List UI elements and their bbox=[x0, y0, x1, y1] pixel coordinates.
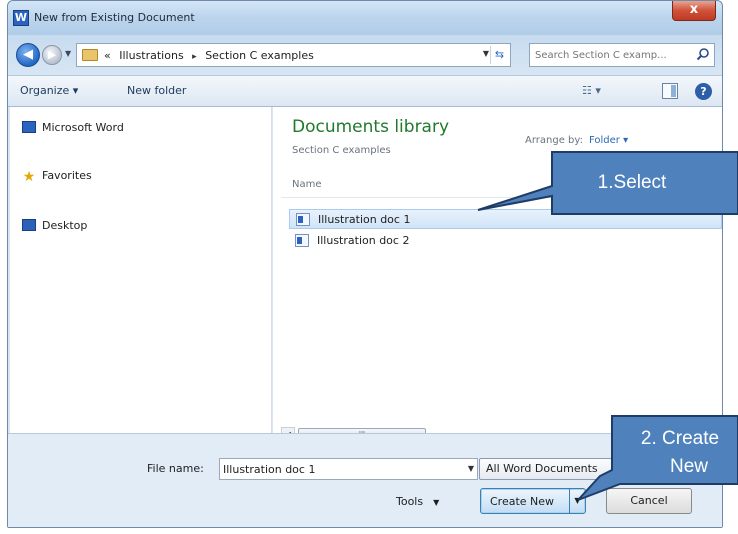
nav-item-favorites[interactable]: ★ Favorites bbox=[22, 169, 92, 189]
star-icon: ★ bbox=[22, 169, 36, 185]
breadcrumb: « Illustrations ▸ Section C examples bbox=[104, 49, 314, 62]
file-row-illustration-doc-1[interactable]: Illustration doc 1 bbox=[289, 209, 722, 229]
nav-item-label: Desktop bbox=[42, 219, 88, 232]
word-document-icon bbox=[296, 213, 310, 226]
file-name-field[interactable] bbox=[223, 461, 453, 477]
search-icon[interactable] bbox=[696, 47, 710, 61]
file-name-combobox[interactable]: ▼ bbox=[219, 458, 478, 480]
file-name: Illustration doc 2 bbox=[317, 234, 410, 247]
tools-label: Tools bbox=[396, 495, 424, 508]
nav-item-label: Favorites bbox=[42, 169, 92, 182]
cancel-button[interactable]: Cancel bbox=[606, 488, 692, 514]
navigation-pane: Microsoft Word ★ Favorites Desktop bbox=[10, 107, 272, 433]
help-icon[interactable]: ? bbox=[695, 83, 712, 100]
preview-pane-icon[interactable] bbox=[662, 83, 678, 99]
change-view-icon[interactable]: ☷ ▾ bbox=[582, 84, 612, 100]
forward-button[interactable]: ▶ bbox=[42, 45, 62, 65]
close-icon: x bbox=[689, 2, 699, 17]
create-new-label: Create New bbox=[490, 495, 555, 508]
window-title: New from Existing Document bbox=[34, 11, 195, 24]
word-icon bbox=[22, 121, 36, 133]
organize-button[interactable]: Organize ▾ bbox=[20, 84, 78, 97]
breadcrumb-overflow[interactable]: « bbox=[104, 49, 111, 62]
search-input[interactable] bbox=[535, 47, 690, 63]
column-header-name[interactable]: Name bbox=[292, 179, 322, 190]
file-name: Illustration doc 1 bbox=[318, 213, 411, 226]
arrange-by-dropdown[interactable]: Folder ▾ bbox=[589, 135, 628, 146]
file-list-pane: Documents library Section C examples Arr… bbox=[273, 107, 722, 441]
library-title: Documents library bbox=[292, 117, 450, 137]
create-new-button[interactable]: Create New ▼ bbox=[480, 488, 586, 514]
nav-item-microsoft-word[interactable]: Microsoft Word bbox=[22, 121, 124, 141]
file-type-select[interactable]: All Word Documents bbox=[479, 458, 715, 480]
address-bar[interactable]: « Illustrations ▸ Section C examples ▼ ⇆ bbox=[76, 43, 511, 67]
dialog-footer: File name: ▼ All Word Documents Tools ▼ C… bbox=[8, 433, 722, 527]
breadcrumb-separator-icon[interactable]: ▸ bbox=[192, 52, 197, 62]
nav-item-desktop[interactable]: Desktop bbox=[22, 219, 87, 239]
nav-item-label: Microsoft Word bbox=[42, 121, 124, 134]
word-document-icon bbox=[295, 234, 309, 247]
arrange-by-label: Arrange by: bbox=[525, 135, 583, 146]
search-box[interactable] bbox=[529, 43, 715, 67]
column-divider bbox=[281, 197, 711, 198]
address-dropdown-icon[interactable]: ▼ bbox=[483, 49, 489, 58]
breadcrumb-item-illustrations[interactable]: Illustrations bbox=[119, 49, 183, 62]
chevron-down-icon[interactable]: ▼ bbox=[468, 464, 474, 473]
command-bar: Organize ▾ New folder ☷ ▾ ? bbox=[8, 75, 722, 107]
tools-button[interactable]: Tools ▼ bbox=[396, 495, 439, 508]
recent-locations-dropdown-icon[interactable]: ▼ bbox=[65, 49, 71, 58]
refresh-icon[interactable]: ⇆ bbox=[490, 46, 508, 64]
navigation-row: ◀ ▶ ▼ « Illustrations ▸ Section C exampl… bbox=[8, 35, 722, 75]
word-app-icon: W bbox=[13, 10, 29, 26]
dialog-window: W New from Existing Document x ◀ ▶ ▼ « I… bbox=[7, 0, 723, 528]
back-button[interactable]: ◀ bbox=[16, 43, 40, 67]
create-new-options-icon[interactable]: ▼ bbox=[569, 489, 585, 513]
folder-icon bbox=[82, 49, 98, 61]
new-folder-button[interactable]: New folder bbox=[127, 84, 186, 97]
close-button[interactable]: x bbox=[672, 1, 716, 21]
title-bar[interactable]: W New from Existing Document x bbox=[8, 1, 722, 35]
library-subtitle: Section C examples bbox=[292, 145, 391, 156]
desktop-icon bbox=[22, 219, 36, 231]
chevron-down-icon: ▼ bbox=[433, 498, 440, 507]
file-type-value: All Word Documents bbox=[486, 462, 598, 475]
file-row-illustration-doc-2[interactable]: Illustration doc 2 bbox=[289, 231, 722, 251]
file-name-label: File name: bbox=[147, 462, 204, 475]
breadcrumb-item-section-c[interactable]: Section C examples bbox=[205, 49, 314, 62]
